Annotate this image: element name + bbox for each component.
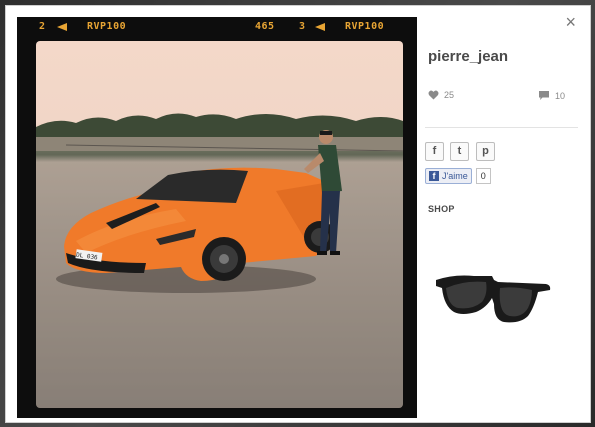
film-frame: 2 RVP100 465 3 RVP100 DL 036 <box>17 17 417 418</box>
username[interactable]: pierre_jean <box>428 48 508 65</box>
twitter-icon: t <box>457 145 462 157</box>
facebook-share-button[interactable]: f <box>425 142 444 161</box>
main-photo[interactable]: DL 036 <box>36 41 403 408</box>
shop-heading: SHOP <box>428 204 455 214</box>
facebook-like-button[interactable]: f J'aime <box>425 168 472 184</box>
film-label: RVP100 <box>345 21 385 32</box>
film-frame-number: 2 <box>39 21 46 32</box>
facebook-icon: f <box>432 145 437 157</box>
film-counter: 465 <box>255 21 275 32</box>
film-arrow-icon <box>57 23 67 31</box>
facebook-logo-icon: f <box>429 171 439 181</box>
film-strip: 2 RVP100 465 3 RVP100 <box>17 17 417 39</box>
photo-lightbox: 2 RVP100 465 3 RVP100 DL 036 × pierre_je… <box>5 5 591 423</box>
pinterest-icon: p <box>482 145 489 157</box>
shop-product-sunglasses[interactable] <box>434 268 552 331</box>
panel-divider <box>425 127 578 128</box>
film-arrow-icon <box>315 23 325 31</box>
facebook-like-count: 0 <box>475 168 491 184</box>
sunglasses-image <box>436 275 551 323</box>
film-label: RVP100 <box>87 21 127 32</box>
pinterest-share-button[interactable]: p <box>476 142 495 161</box>
film-frame-number: 3 <box>299 21 306 32</box>
close-button[interactable]: × <box>565 13 576 31</box>
likes-count: 25 <box>444 90 455 100</box>
comments-count: 10 <box>555 90 566 101</box>
heart-icon <box>428 90 439 100</box>
comments-stat[interactable]: 10 <box>538 90 565 101</box>
twitter-share-button[interactable]: t <box>450 142 469 161</box>
comment-icon <box>539 91 549 100</box>
photo-scene <box>36 113 403 408</box>
facebook-like-widget: f J'aime 0 <box>425 168 491 184</box>
likes-stat[interactable]: 25 <box>428 90 454 100</box>
facebook-like-label: J'aime <box>442 171 468 181</box>
